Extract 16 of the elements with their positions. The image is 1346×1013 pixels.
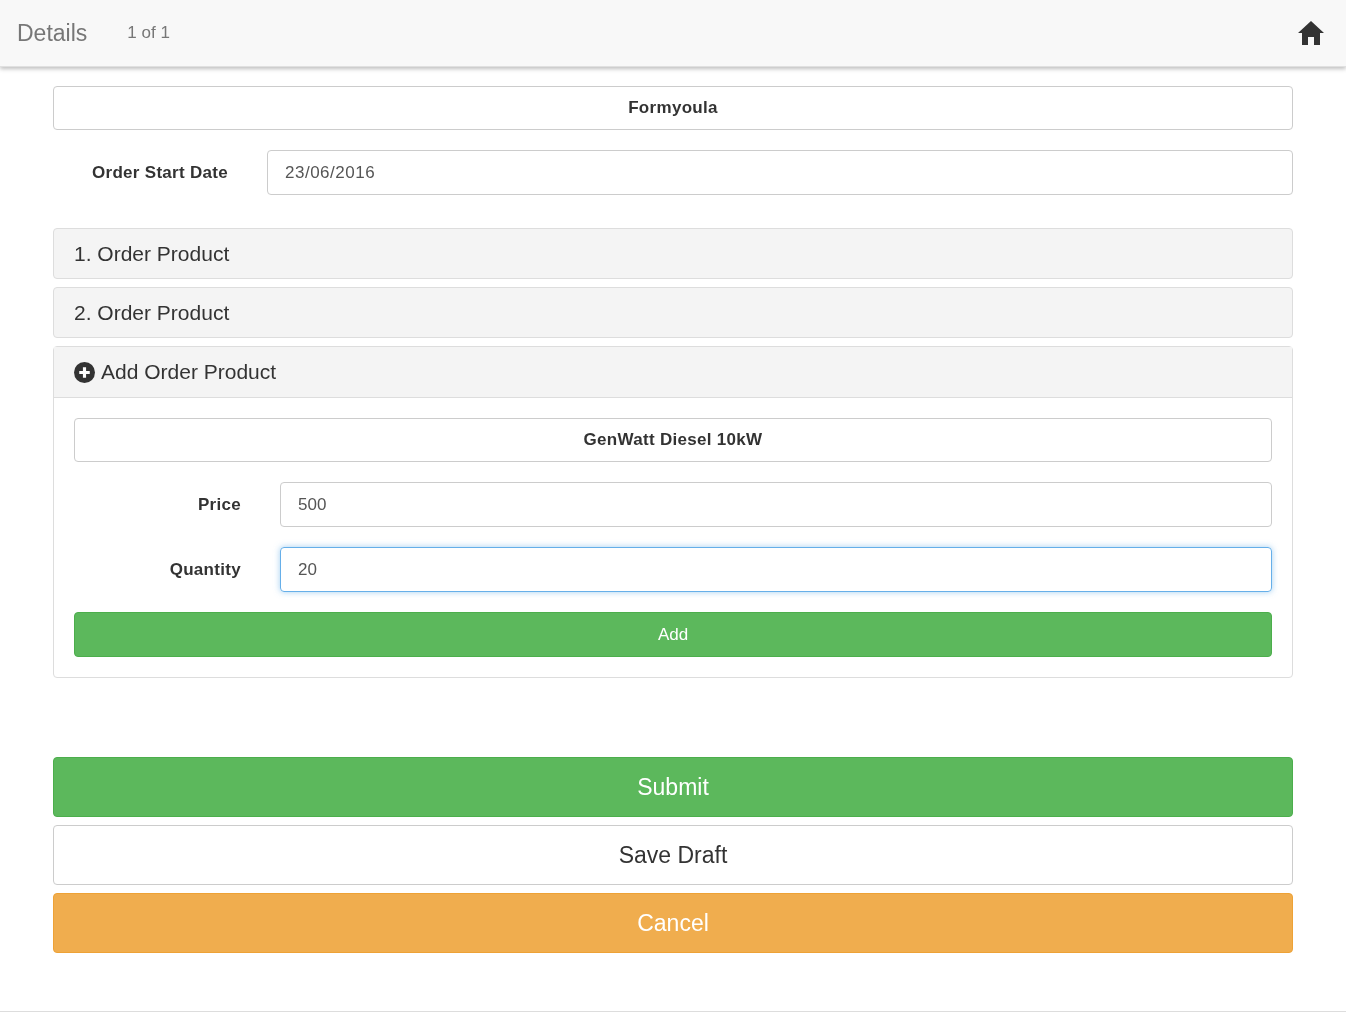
input-field[interactable]: 500 <box>280 482 1272 527</box>
field-label: Price <box>196 493 241 516</box>
page-counter: 1 of 1 <box>127 22 170 45</box>
form-title: Formyoula <box>53 86 1293 130</box>
plus-circle-icon <box>74 361 95 383</box>
field-label: Quantity <box>168 558 241 581</box>
page-title: Details <box>17 18 88 48</box>
home-icon[interactable] <box>1297 20 1325 46</box>
input-field[interactable]: 20 <box>280 547 1272 592</box>
panel-header[interactable]: Add Order Product <box>54 347 1292 398</box>
date-field[interactable]: 23/06/2016 <box>267 150 1293 195</box>
panel-header[interactable]: 2. Order Product <box>53 287 1293 338</box>
save-draft-button[interactable]: Save Draft <box>53 825 1293 885</box>
panel-header[interactable]: 1. Order Product <box>53 228 1293 279</box>
product-title: GenWatt Diesel 10kW <box>74 418 1272 462</box>
field-label: Order Start Date <box>90 161 230 184</box>
